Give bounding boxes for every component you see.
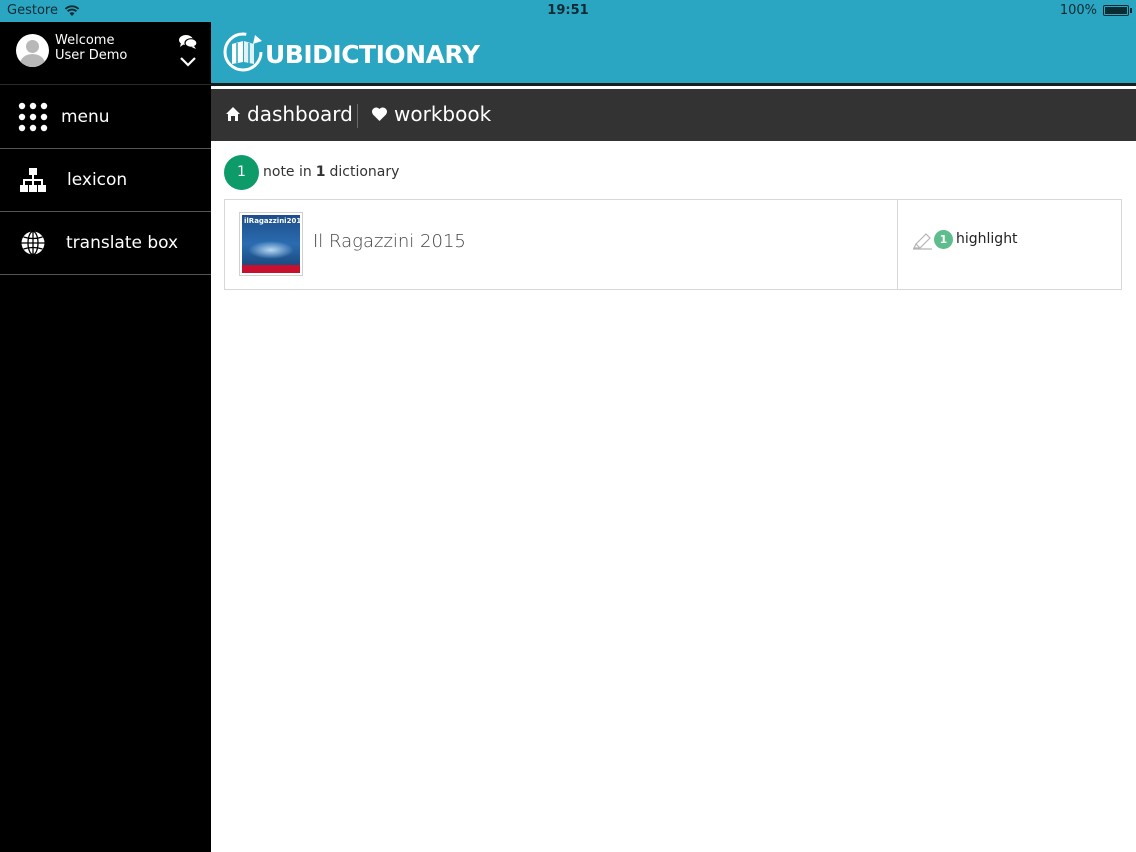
home-icon — [226, 107, 240, 121]
sidebar-item-label: menu — [61, 106, 110, 127]
avatar-body — [20, 54, 45, 67]
dictionary-title: Il Ragazzini 2015 — [313, 231, 466, 252]
sitemap-icon — [20, 168, 46, 192]
dictionary-table: ilRagazzini2015 Il Ragazzini 2015 1 high… — [224, 199, 1122, 290]
globe-icon — [21, 230, 45, 256]
summary-text-after: dictionary — [329, 164, 400, 180]
summary-text-before: note in — [263, 164, 312, 180]
breadcrumb-dashboard[interactable]: dashboard — [225, 102, 353, 126]
chat-bubbles-icon[interactable] — [178, 34, 198, 50]
sidebar-item-label: translate box — [66, 233, 179, 253]
sidebar-item-label: lexicon — [67, 170, 128, 190]
heart-icon — [371, 107, 388, 121]
highlight-label: highlight — [956, 231, 1018, 247]
sidebar-item-translate-box[interactable]: translate box — [0, 212, 211, 275]
breadcrumb-workbook-label: workbook — [394, 102, 492, 126]
avatar[interactable] — [16, 34, 49, 67]
user-panel: Welcome User Demo — [0, 22, 211, 85]
sidebar-item-menu[interactable]: menu — [0, 85, 211, 149]
app-header: UBIDICTIONARY — [211, 22, 1136, 86]
cover-title: ilRagazzini2015 — [244, 217, 300, 225]
note-count-badge: 1 — [224, 154, 259, 190]
app-logo-text: UBIDICTIONARY — [265, 40, 480, 69]
breadcrumb-separator — [357, 104, 358, 128]
chevron-down-icon[interactable] — [179, 56, 197, 68]
avatar-head — [26, 40, 39, 53]
notes-summary: 1 note in 1 dictionary — [224, 154, 400, 190]
battery-icon — [1103, 5, 1132, 16]
highlight-link[interactable]: 1 highlight — [912, 228, 1018, 250]
sidebar-item-lexicon[interactable]: lexicon — [0, 149, 211, 212]
grid-dots-icon — [18, 102, 48, 131]
book-refresh-logo-icon[interactable] — [221, 29, 267, 75]
status-right: 100% — [1059, 3, 1132, 18]
battery-percent: 100% — [1059, 3, 1097, 18]
dictionary-cover-thumbnail: ilRagazzini2015 — [239, 212, 303, 276]
status-time: 19:51 — [547, 3, 589, 18]
sidebar: Welcome User Demo menu lexicon translate… — [0, 22, 211, 852]
cover-glow — [248, 241, 294, 259]
breadcrumb-workbook[interactable]: workbook — [371, 102, 491, 126]
user-name: User Demo — [55, 48, 128, 63]
breadcrumb: dashboard workbook — [211, 89, 1136, 141]
dictionary-highlights-cell: 1 highlight — [898, 200, 1121, 289]
highlight-count-badge: 1 — [934, 229, 953, 249]
status-bar: Gestore 19:51 100% — [0, 0, 1136, 22]
dictionary-cover: ilRagazzini2015 — [242, 215, 300, 273]
welcome-label: Welcome — [55, 33, 115, 48]
cover-publisher-strip — [242, 265, 300, 273]
breadcrumb-dashboard-label: dashboard — [247, 102, 353, 126]
summary-dictionary-count: 1 — [315, 164, 326, 180]
dictionary-row[interactable]: ilRagazzini2015 Il Ragazzini 2015 — [225, 200, 898, 289]
highlighter-icon — [913, 233, 932, 250]
